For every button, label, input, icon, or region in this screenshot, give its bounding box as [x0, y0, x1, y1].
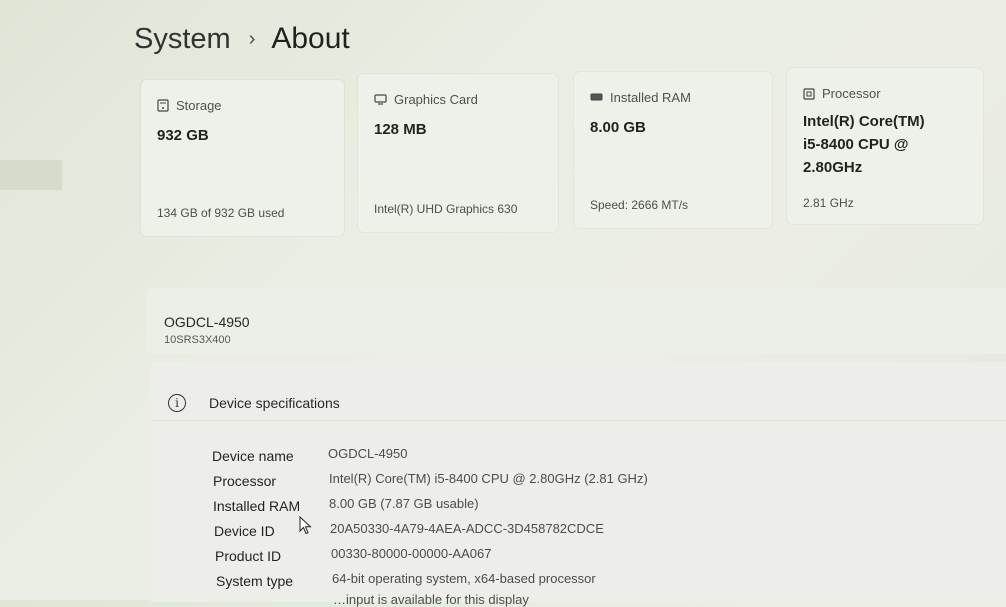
page-title: About: [271, 22, 350, 55]
storage-label: Storage: [176, 98, 222, 113]
storage-icon: [157, 99, 169, 112]
graphics-card-icon: [374, 94, 387, 105]
installed-ram-label: Installed RAM: [610, 90, 691, 105]
breadcrumb-separator: ›: [248, 27, 256, 50]
breadcrumb-parent[interactable]: System: [134, 23, 231, 56]
storage-detail: 134 GB of 932 GB used: [157, 206, 285, 220]
device-specifications-title: Device specifications: [209, 395, 340, 411]
processor-value: Intel(R) Core(TM) i5-8400 CPU @ 2.80GHz: [803, 110, 925, 179]
spec-value: 64-bit operating system, x64-based proce…: [332, 571, 596, 586]
installed-ram-header: Installed RAM: [590, 90, 691, 105]
graphics-card-detail: Intel(R) UHD Graphics 630: [374, 202, 518, 216]
processor-value-line: 2.80GHz: [803, 159, 863, 176]
spec-value: OGDCL-4950: [328, 446, 408, 461]
graphics-card-header: Graphics Card: [374, 92, 478, 107]
device-model: 10SRS3X400: [164, 334, 231, 346]
processor-header: Processor: [803, 86, 881, 101]
breadcrumb: System › About: [134, 22, 350, 56]
processor-label: Processor: [822, 86, 881, 101]
spec-label: System type: [216, 573, 294, 589]
spec-value: 00330-80000-00000-AA067: [331, 546, 492, 561]
spec-label: Processor: [213, 473, 277, 489]
spec-label: Installed RAM: [213, 498, 301, 514]
installed-ram-card[interactable]: Installed RAM 8.00 GB Speed: 2666 MT/s: [574, 72, 772, 228]
installed-ram-detail: Speed: 2666 MT/s: [590, 198, 689, 212]
graphics-card-label: Graphics Card: [394, 92, 478, 107]
spec-value: Intel(R) Core(TM) i5-8400 CPU @ 2.80GHz …: [329, 471, 648, 486]
spec-label: Product ID: [215, 548, 282, 564]
mouse-pointer-icon: [299, 516, 312, 535]
spec-value: 8.00 GB (7.87 GB usable): [329, 496, 479, 511]
info-icon: i: [168, 394, 186, 412]
spec-label: Device name: [212, 448, 294, 464]
storage-card[interactable]: Storage 932 GB 134 GB of 932 GB used: [141, 80, 344, 236]
storage-card-header: Storage: [157, 98, 222, 113]
processor-value-line: Intel(R) Core(TM): [803, 113, 925, 130]
processor-value-line: i5-8400 CPU @: [803, 136, 909, 153]
graphics-card-value: 128 MB: [374, 121, 427, 138]
processor-detail: 2.81 GHz: [803, 196, 854, 210]
device-name: OGDCL-4950: [164, 314, 250, 330]
installed-ram-value: 8.00 GB: [590, 119, 646, 136]
processor-card[interactable]: Processor Intel(R) Core(TM) i5-8400 CPU …: [787, 68, 983, 224]
spec-label: Device ID: [214, 523, 275, 539]
graphics-card-card[interactable]: Graphics Card 128 MB Intel(R) UHD Graphi…: [358, 74, 558, 232]
device-name-bar: OGDCL-4950 10SRS3X400: [147, 288, 1006, 354]
device-specifications-header[interactable]: i Device specifications: [151, 362, 1006, 421]
processor-icon: [803, 87, 815, 100]
storage-value: 932 GB: [157, 127, 209, 144]
ram-icon: [590, 93, 603, 101]
device-specifications-panel: i Device specifications Device name OGDC…: [151, 362, 1006, 607]
spec-value: 20A50330-4A79-4AEA-ADCC-3D458782CDCE: [330, 521, 604, 536]
nav-pane-edge: [0, 160, 62, 190]
